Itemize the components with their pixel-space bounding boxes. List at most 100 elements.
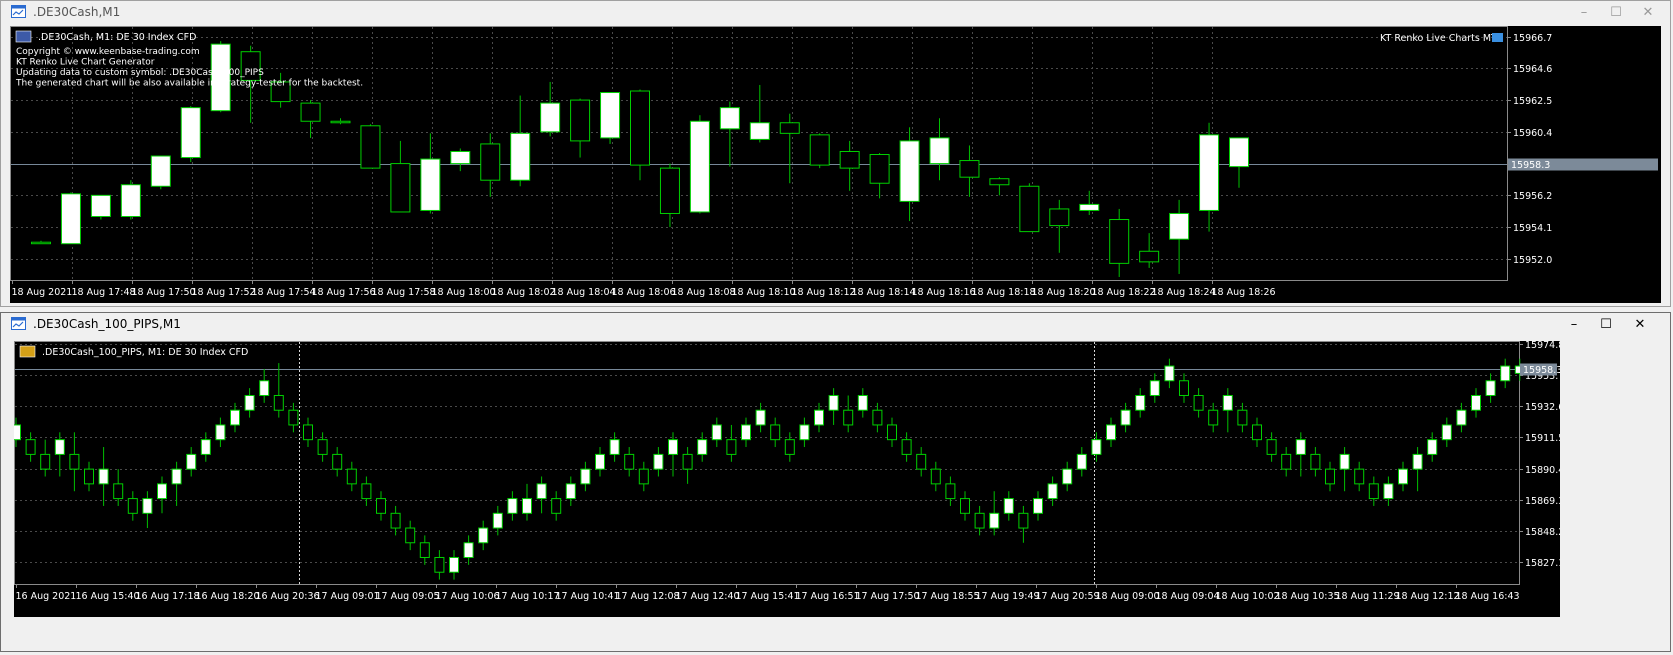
info-line: Updating data to custom symbol: .DE30Cas… [16,68,264,78]
candle-bull [1229,137,1249,168]
x-tick-label: 18 Aug 17:54 [252,287,316,298]
x-tick-label: 18 Aug 16:43 [1456,591,1520,602]
candle-bear [69,453,80,470]
y-tick-label: 15911.5 [1525,433,1560,444]
candle-bear [288,409,299,426]
x-tick-label: 18 Aug 18:04 [552,287,616,298]
candle-bull [799,424,810,441]
y-tick-label: 15952.0 [1513,255,1552,266]
x-tick-label: 18 Aug 17:50 [132,287,196,298]
x-tick-label: 18 Aug 17:58 [372,287,436,298]
x-tick-label: 18 Aug 18:14 [852,287,916,298]
maximize-button[interactable]: ☐ [1606,3,1626,23]
candle-bear [959,160,980,178]
x-tick-label: 18 Aug 12:12 [1396,591,1460,602]
candle-bear [682,453,693,470]
chart-window-de30cash-m1[interactable]: .DE30Cash,M1 – ☐ ✕ 15966.7 15964.6 15962.5… [0,0,1671,307]
candle-bear [784,439,795,455]
x-tick-label: 16 Aug 17:18 [136,591,200,602]
candle-bull [1295,439,1306,455]
x-tick-label: 16 Aug 18:20 [196,591,260,602]
candle-bear [630,90,650,166]
candle-bull [828,394,839,411]
candle-bear [332,453,343,470]
candle-bull [420,158,441,211]
candle-bear [551,498,562,514]
candle-bear [1310,453,1321,470]
candle-bull [697,439,708,455]
x-tick-label: 18 Aug 18:18 [972,287,1036,298]
x-tick-label: 18 Aug 17:56 [312,287,376,298]
x-tick-label: 16 Aug 20:36 [256,591,320,602]
candle-bull [1383,483,1394,500]
renko-chart-de30cash-100-pips[interactable]: 15974.815953.715932.615911.515890.415869… [14,341,1560,617]
info-line: The generated chart will be also availab… [15,79,363,89]
candle-bear [974,512,985,529]
chart-plot-area[interactable]: 15974.815953.715932.615911.515890.415869… [14,341,1560,617]
candle-bear [330,120,351,124]
minimize-button[interactable]: – [1564,315,1584,335]
candle-bull [259,380,270,396]
info-line: KT Renko Live Chart Generator [16,58,155,68]
x-tick-label: 18 Aug 11:29 [1336,591,1400,602]
candle-bull [1199,134,1220,211]
symbol-icon [19,345,36,358]
candle-bear [1109,219,1130,264]
x-tick-label: 17 Aug 12:40 [676,591,740,602]
chart-plot-area[interactable]: 15966.7 15964.6 15962.5 15960.4 15958.3 15956… [10,26,1661,303]
window-title: .DE30Cash,M1 [33,5,121,19]
x-tick-label: 18 Aug 17:52 [192,287,256,298]
candle-bull [157,483,167,500]
candlestick-chart-de30cash[interactable]: 15966.7 15964.6 15962.5 15960.4 15958.3 15956… [10,26,1661,303]
candle-bull [1149,380,1160,396]
candle-bull [54,439,65,455]
window-title: .DE30Cash_100_PIPS,M1 [33,317,181,331]
candle-bear [317,439,328,455]
y-tick-label: 15890.4 [1525,465,1560,476]
indicator-label: KT Renko Live Charts MT5 [1380,33,1503,44]
candle-bear [901,439,912,455]
candle-bull [492,512,503,529]
close-button[interactable]: ✕ [1638,3,1658,23]
chart-window-de30cash-100-pips[interactable]: .DE30Cash_100_PIPS,M1 – ☐ ✕ 15974.815953… [0,312,1671,652]
candle-bull [668,439,678,455]
candle-bear [346,468,357,485]
x-tick-label: 18 Aug 18:22 [1092,287,1156,298]
x-tick-label: 18 Aug 10:02 [1216,591,1280,602]
candle-bear [31,241,51,245]
candle-bull [857,394,868,411]
candle-bull [98,468,109,485]
candle-bear [40,453,51,470]
x-tick-label: 17 Aug 09:01 [316,591,380,602]
plot-frame [10,26,1508,281]
candle-bull [507,498,518,514]
minimize-button[interactable]: – [1574,3,1594,23]
candle-bear [113,483,124,500]
candle-bull [1169,212,1190,240]
candle-bull [1003,498,1014,514]
candle-bull [711,424,722,441]
candle-bull [1471,394,1481,411]
x-tick-label: 18 Aug 18:08 [672,287,736,298]
candle-bear [361,483,372,500]
candle-bull [1135,394,1146,411]
candle-bear [843,409,854,426]
close-button[interactable]: ✕ [1630,315,1650,335]
candle-bull [1164,365,1175,382]
candle-bull [1222,394,1233,411]
y-tick-label: 15827.1 [1525,558,1560,569]
candle-bull [60,193,81,245]
candle-bear [1179,380,1189,396]
maximize-button[interactable]: ☐ [1596,315,1616,335]
window-titlebar[interactable]: .DE30Cash,M1 – ☐ ✕ [1,1,1670,25]
candle-bull [1485,380,1496,396]
candle-bull [1456,409,1467,426]
candle-bull [580,468,591,485]
candle-bear [1368,483,1379,500]
candle-bull [510,132,531,181]
x-tick-label: 17 Aug 12:08 [616,591,680,602]
window-titlebar[interactable]: .DE30Cash_100_PIPS,M1 – ☐ ✕ [1,313,1670,337]
candle-bull [929,137,950,165]
candle-bull [1076,453,1087,470]
candle-bear [872,409,883,426]
